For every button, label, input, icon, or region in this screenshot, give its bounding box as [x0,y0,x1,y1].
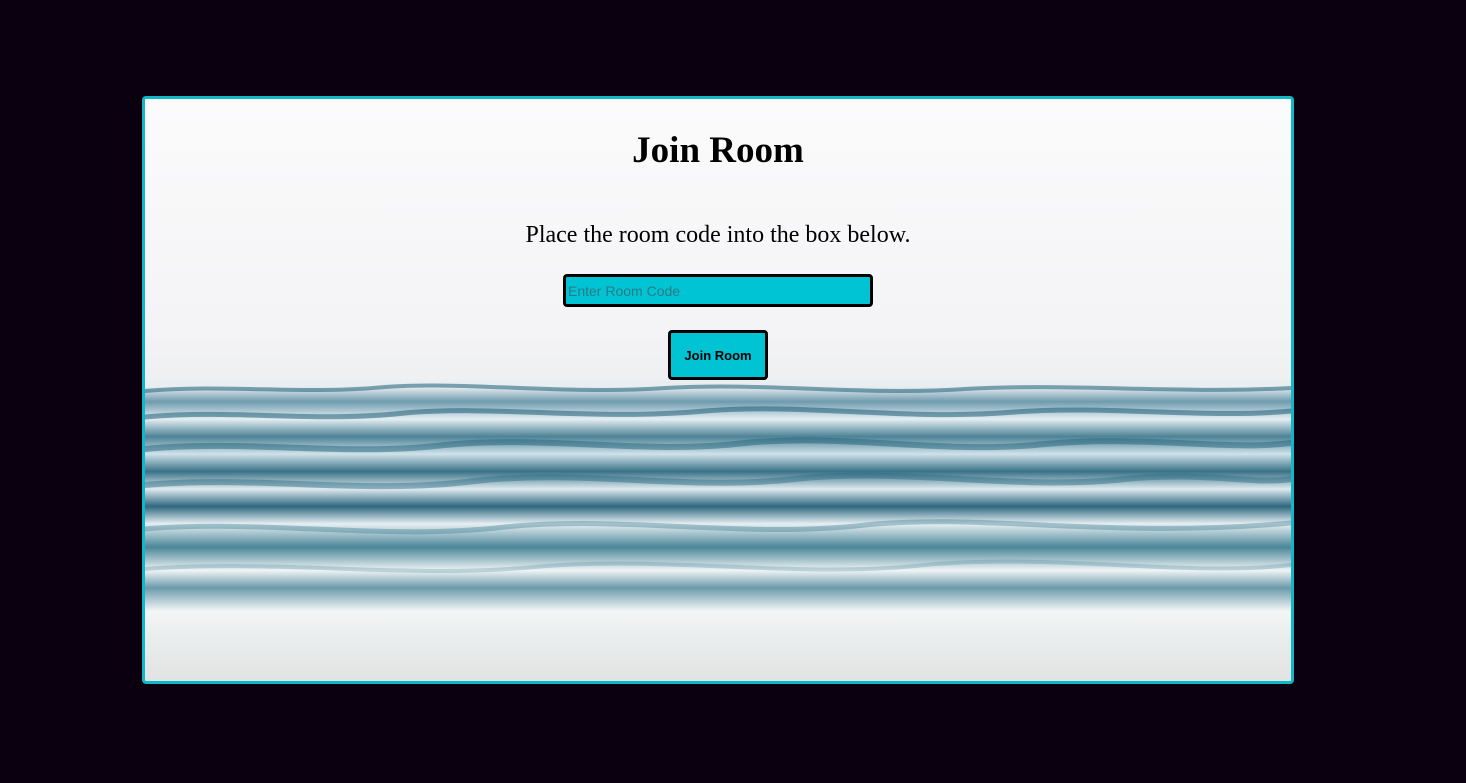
page-title: Join Room [632,130,804,171]
room-code-input[interactable] [563,274,873,307]
instructions-text: Place the room code into the box below. [525,222,911,248]
join-room-card: Join Room Place the room code into the b… [142,96,1294,684]
room-code-input-container [145,250,1291,307]
join-room-content: Join Room Place the room code into the b… [145,99,1291,380]
join-room-button[interactable]: Join Room [668,330,768,380]
join-button-container: Join Room [145,307,1291,380]
